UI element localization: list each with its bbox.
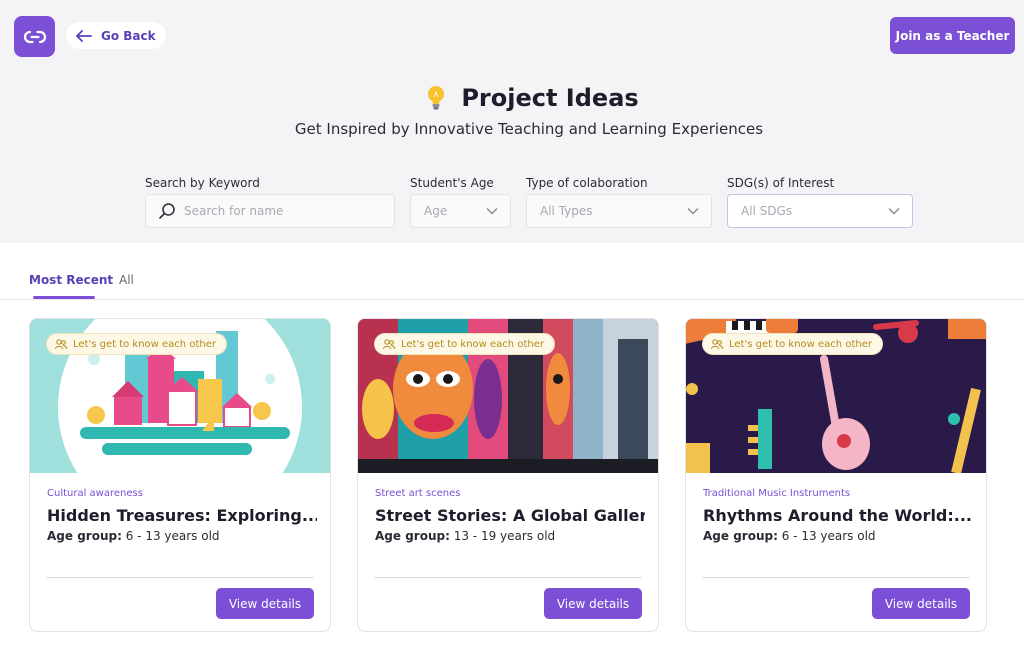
sdg-filter-label: SDG(s) of Interest	[727, 176, 835, 190]
join-as-teacher-button[interactable]: Join as a Teacher	[890, 17, 1015, 54]
project-title[interactable]: Street Stories: A Global Gallery...	[375, 506, 645, 525]
collaboration-type-filter-label: Type of colaboration	[526, 176, 648, 190]
app-logo[interactable]	[14, 16, 55, 57]
project-card[interactable]: Let's get to know each other Traditional…	[685, 318, 987, 632]
page-title-row: Project Ideas	[0, 84, 1024, 112]
project-category: Cultural awareness	[47, 488, 143, 499]
project-theme-badge: Let's get to know each other	[374, 333, 555, 355]
project-card[interactable]: Let's get to know each other Cultural aw…	[29, 318, 331, 632]
collaboration-type-select[interactable]: All Types	[526, 194, 712, 228]
project-age-group: Age group: 13 - 19 years old	[375, 529, 555, 543]
go-back-button[interactable]: Go Back	[66, 22, 166, 49]
project-age-group: Age group: 6 - 13 years old	[47, 529, 220, 543]
page-title: Project Ideas	[461, 84, 639, 112]
users-icon	[383, 338, 395, 349]
tab-all[interactable]: All	[119, 273, 134, 287]
age-group-value: 6 - 13 years old	[781, 529, 876, 543]
age-select[interactable]: Age	[410, 194, 511, 228]
project-tabs: Most Recent All	[0, 268, 1024, 300]
active-tab-indicator	[33, 296, 95, 299]
project-theme-badge-label: Let's get to know each other	[729, 338, 872, 350]
card-divider	[702, 577, 970, 578]
project-card[interactable]: Let's get to know each other Street art …	[357, 318, 659, 632]
arrow-left-icon	[76, 29, 92, 42]
lightbulb-icon	[428, 86, 445, 110]
view-details-button[interactable]: View details	[872, 588, 970, 619]
chevron-down-icon	[888, 208, 900, 215]
sdg-select[interactable]: All SDGs	[727, 194, 913, 228]
age-group-value: 6 - 13 years old	[125, 529, 220, 543]
keyword-search-placeholder: Search for name	[184, 204, 284, 218]
project-theme-badge: Let's get to know each other	[46, 333, 227, 355]
project-title[interactable]: Rhythms Around the World:...	[703, 506, 973, 525]
users-icon	[711, 338, 723, 349]
card-divider	[46, 577, 314, 578]
project-category: Traditional Music Instruments	[703, 488, 851, 499]
age-group-value: 13 - 19 years old	[453, 529, 556, 543]
keyword-filter-label: Search by Keyword	[145, 176, 260, 190]
view-details-button[interactable]: View details	[544, 588, 642, 619]
infinity-link-icon	[23, 30, 46, 43]
age-group-label: Age group:	[47, 529, 122, 543]
chevron-down-icon	[687, 208, 699, 215]
project-theme-badge: Let's get to know each other	[702, 333, 883, 355]
search-icon	[159, 203, 175, 219]
project-age-group: Age group: 6 - 13 years old	[703, 529, 876, 543]
page-subtitle: Get Inspired by Innovative Teaching and …	[294, 120, 764, 138]
users-icon	[55, 338, 67, 349]
project-theme-badge-label: Let's get to know each other	[401, 338, 544, 350]
card-divider	[374, 577, 642, 578]
collaboration-type-select-value: All Types	[540, 204, 593, 218]
age-select-value: Age	[424, 204, 448, 218]
project-category: Street art scenes	[375, 488, 461, 499]
sdg-select-value: All SDGs	[741, 204, 793, 218]
page-header-area: Go Back Join as a Teacher Project Ideas …	[0, 0, 1024, 243]
go-back-label: Go Back	[101, 28, 156, 43]
age-group-label: Age group:	[375, 529, 450, 543]
keyword-search-input[interactable]: Search for name	[145, 194, 395, 228]
project-theme-badge-label: Let's get to know each other	[73, 338, 216, 350]
project-title[interactable]: Hidden Treasures: Exploring...	[47, 506, 317, 525]
age-group-label: Age group:	[703, 529, 778, 543]
view-details-button[interactable]: View details	[216, 588, 314, 619]
chevron-down-icon	[486, 208, 498, 215]
age-filter-label: Student's Age	[410, 176, 494, 190]
tab-most-recent[interactable]: Most Recent	[29, 273, 113, 287]
